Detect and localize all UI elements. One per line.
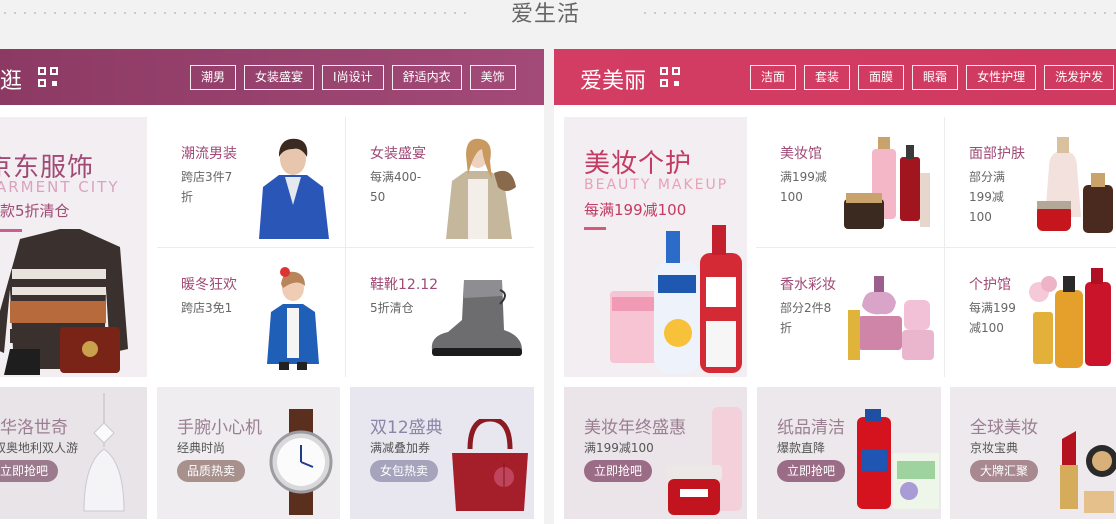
shampoo-image	[610, 225, 742, 373]
skincare-image	[1037, 137, 1113, 233]
grid-cell-shoes[interactable]: 鞋靴12.12 5折清仓	[346, 248, 534, 377]
fashion-panel-title[interactable]: 逛	[0, 63, 22, 95]
cell-desc: 跨店3免1	[181, 301, 233, 315]
grid-cell-skincare[interactable]: 面部护肤 部分满199减100	[945, 117, 1116, 247]
beauty-panel-title[interactable]: 爱美丽	[580, 63, 646, 95]
crystal-bell-image	[83, 393, 125, 512]
fashion-banner-promo: 款5折清仓	[0, 202, 70, 220]
card-title: 双12盛典	[370, 418, 443, 438]
beauty-panel: 爱美丽 洁面 套装 面膜 眼霜 女性护理 洗发护发 美妆个护 BEAUTY MA…	[554, 49, 1116, 524]
beauty-banner-promo: 每满199减100	[584, 201, 687, 219]
divider-dots-left	[0, 12, 470, 14]
cell-desc: 跨店3件7折	[181, 170, 233, 204]
cell-title: 潮流男装	[181, 146, 237, 162]
beauty-banner-title: 美妆个护	[584, 149, 693, 179]
womenswear-image	[446, 138, 516, 239]
fashion-banner[interactable]: 京东服饰 ARMENT CITY 款5折清仓	[0, 117, 147, 377]
cell-title: 香水彩妆	[780, 277, 836, 293]
grid-cell-makeup-store[interactable]: 美妆馆 满199减100	[756, 117, 944, 247]
promo-card-watch[interactable]: 手腕小心机 经典时尚 品质热卖	[157, 387, 340, 519]
tag-xifa[interactable]: 洗发护发	[1044, 65, 1115, 90]
fashion-panel-header: 逛 潮男 女装盛宴 I尚设计 舒适内衣 美饰	[0, 49, 544, 105]
cell-desc: 每满400-50	[370, 170, 422, 204]
card-desc: 满减叠加券	[370, 441, 431, 455]
card-title: 华洛世奇	[0, 418, 68, 438]
cell-desc: 每满199减100	[969, 301, 1016, 335]
cell-desc: 部分满199减100	[969, 170, 1006, 224]
grid-cell-personal-care[interactable]: 个护馆 每满199减100	[945, 248, 1116, 377]
cell-title: 个护馆	[969, 277, 1011, 293]
grid-cell-womenswear[interactable]: 女装盛宴 每满400-50	[346, 117, 534, 247]
tag-mianmo[interactable]: 面膜	[858, 65, 905, 90]
page: 爱生活 逛 潮男 女装盛宴 I尚设计 舒适内衣 美饰 京东服饰 ARMENT C…	[0, 0, 1116, 524]
card-button[interactable]: 品质热卖	[177, 460, 246, 482]
hair-care-image	[1029, 268, 1111, 368]
beauty-panel-header: 爱美丽 洁面 套装 面膜 眼霜 女性护理 洗发护发	[554, 49, 1116, 105]
beauty-banner-subtitle: BEAUTY MAKEUP	[584, 177, 729, 193]
olay-cream-image	[666, 407, 742, 515]
card-button[interactable]: 立即抢吧	[777, 460, 846, 482]
detergent-image	[857, 409, 939, 509]
card-button[interactable]: 立即抢吧	[584, 460, 653, 482]
tag-chaonan[interactable]: 潮男	[190, 65, 237, 90]
watch-image	[269, 409, 333, 515]
cell-title: 女装盛宴	[370, 146, 426, 162]
qr-code-icon[interactable]	[38, 67, 58, 87]
lipstick-image	[1060, 431, 1116, 513]
fashion-panel: 逛 潮男 女装盛宴 I尚设计 舒适内衣 美饰 京东服饰 ARMENT CITY …	[0, 49, 544, 524]
card-title: 纸品清洁	[777, 418, 845, 438]
divider-dots-right	[640, 12, 1116, 14]
cell-desc: 5折清仓	[370, 301, 414, 315]
tag-neiyi[interactable]: 舒适内衣	[391, 65, 462, 90]
beauty-banner[interactable]: 美妆个护 BEAUTY MAKEUP 每满199减100	[564, 117, 747, 377]
card-button[interactable]: 大牌汇聚	[970, 460, 1039, 482]
kids-coat-image	[267, 267, 319, 370]
qr-code-icon[interactable]	[660, 67, 680, 87]
card-desc: 双奥地利双人游	[0, 441, 79, 455]
cosmetics-set-image	[844, 137, 930, 229]
cell-desc: 满199减100	[780, 170, 827, 204]
cell-title: 面部护肤	[969, 146, 1025, 162]
cell-title: 美妆馆	[780, 146, 822, 162]
tag-taozhuang[interactable]: 套装	[804, 65, 851, 90]
perfume-image	[848, 276, 934, 360]
section-header: 爱生活	[0, 0, 1116, 36]
cell-title: 鞋靴12.12	[370, 277, 439, 293]
cell-desc: 部分2件8折	[780, 301, 832, 335]
beauty-tag-list: 洁面 套装 面膜 眼霜 女性护理 洗发护发	[750, 65, 1115, 90]
promo-card-beauty-sale[interactable]: 美妆年终盛惠 满199减100 立即抢吧	[564, 387, 747, 519]
card-title: 全球美妆	[970, 418, 1038, 438]
card-button[interactable]: 女包热卖	[370, 460, 439, 482]
card-button[interactable]: 立即抢吧	[0, 460, 59, 482]
tag-nvxing[interactable]: 女性护理	[966, 65, 1037, 90]
tag-yanshuang[interactable]: 眼霜	[912, 65, 959, 90]
section-title: 爱生活	[511, 2, 581, 27]
handbag-image	[452, 419, 528, 511]
fashion-tag-list: 潮男 女装盛宴 I尚设计 舒适内衣 美饰	[190, 65, 516, 90]
beauty-banner-underline	[584, 227, 606, 230]
card-desc: 满199减100	[584, 441, 654, 455]
promo-card-handbag[interactable]: 双12盛典 满减叠加券 女包热卖	[350, 387, 534, 519]
boot-image	[431, 280, 522, 356]
tag-jiemian[interactable]: 洁面	[750, 65, 797, 90]
card-desc: 爆款直降	[777, 441, 826, 455]
fashion-banner-subtitle: ARMENT CITY	[0, 178, 120, 196]
tag-nvzhuang[interactable]: 女装盛宴	[244, 65, 315, 90]
promo-card-global-beauty[interactable]: 全球美妆 京妆宝典 大牌汇聚	[950, 387, 1116, 519]
card-desc: 京妆宝典	[970, 441, 1019, 455]
tag-ishang[interactable]: I尚设计	[322, 65, 384, 90]
card-desc: 经典时尚	[177, 441, 226, 455]
menswear-image	[259, 138, 329, 239]
cell-title: 暖冬狂欢	[181, 277, 237, 293]
card-title: 手腕小心机	[177, 418, 262, 438]
tag-meishi[interactable]: 美饰	[469, 65, 516, 90]
grid-cell-menswear[interactable]: 潮流男装 跨店3件7折	[157, 117, 345, 247]
promo-card-swarovski[interactable]: 华洛世奇 双奥地利双人游 立即抢吧	[0, 387, 147, 519]
promo-card-paper-cleaning[interactable]: 纸品清洁 爆款直降 立即抢吧	[757, 387, 941, 519]
grid-cell-perfume[interactable]: 香水彩妆 部分2件8折	[756, 248, 944, 377]
sweater-image	[0, 229, 128, 375]
grid-cell-kids[interactable]: 暖冬狂欢 跨店3免1	[157, 248, 345, 377]
